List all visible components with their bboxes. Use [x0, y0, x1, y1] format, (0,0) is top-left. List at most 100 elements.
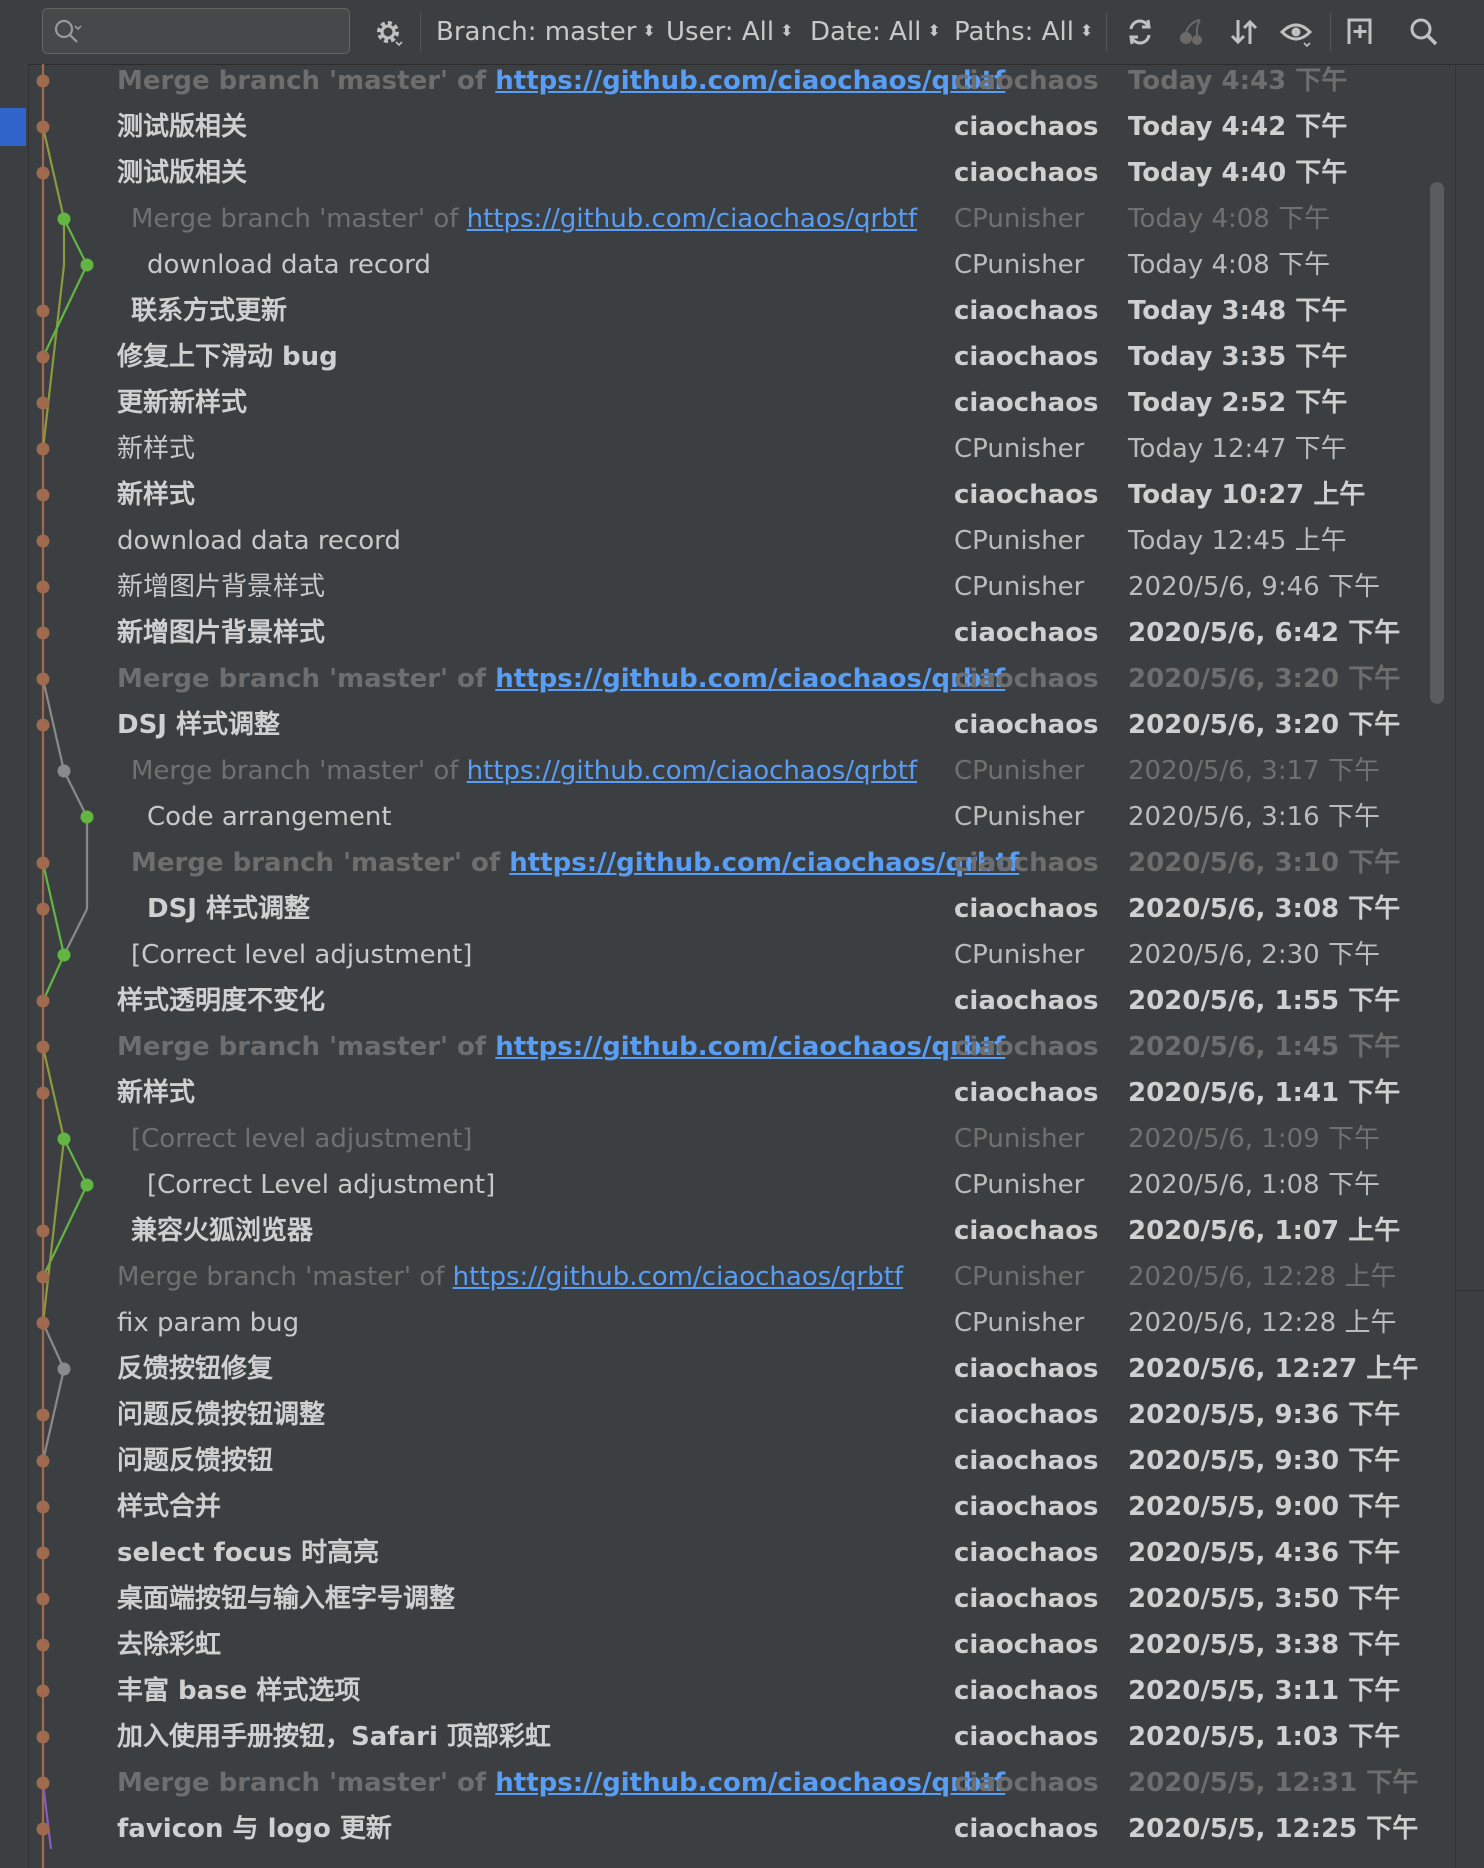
commit-date: Today 4:40 下午 [1128, 158, 1348, 188]
commit-row[interactable]: 新样式 ciaochaos 2020/5/6, 1:41 下午 [29, 1070, 1455, 1116]
commit-message: Code arrangement [147, 794, 392, 840]
commit-row[interactable]: 样式透明度不变化 ciaochaos 2020/5/6, 1:55 下午 [29, 978, 1455, 1024]
commit-row[interactable]: DSJ 样式调整 ciaochaos 2020/5/6, 3:20 下午 [29, 702, 1455, 748]
commit-date: Today 10:27 上午 [1128, 480, 1366, 510]
repo-link[interactable]: https://github.com/ciaochaos/qrbtf [495, 1768, 1005, 1798]
cherry-pick-icon[interactable] [1172, 12, 1212, 52]
commit-row[interactable]: download data record CPunisher Today 12:45… [29, 518, 1455, 564]
commit-message-text: download data record [117, 526, 401, 556]
commit-row[interactable]: 新样式 ciaochaos Today 10:27 上午 [29, 472, 1455, 518]
commit-row[interactable]: Merge branch 'master' of https://github.… [29, 1024, 1455, 1070]
repo-link[interactable]: https://github.com/ciaochaos/qrbtf [453, 1262, 903, 1292]
search-input[interactable] [87, 15, 341, 49]
commit-author: ciaochaos [954, 618, 1099, 648]
commit-row[interactable]: Merge branch 'master' of https://github.… [29, 64, 1455, 104]
commit-row[interactable]: 反馈按钮修复 ciaochaos 2020/5/6, 12:27 上午 [29, 1346, 1455, 1392]
commit-row[interactable]: select focus 时高亮 ciaochaos 2020/5/5, 4:36 … [29, 1530, 1455, 1576]
new-tab-icon[interactable] [1340, 12, 1380, 52]
commit-author: CPunisher [954, 204, 1085, 234]
commit-message: [Correct level adjustment] [131, 932, 472, 978]
commit-message: DSJ 样式调整 [147, 886, 310, 932]
commit-author: ciaochaos [954, 66, 1099, 96]
commit-row[interactable]: Merge branch 'master' of https://github.… [29, 748, 1455, 794]
commit-row[interactable]: 新样式 CPunisher Today 12:47 下午 [29, 426, 1455, 472]
commit-row[interactable]: [Correct level adjustment] CPunisher 2020/… [29, 1116, 1455, 1162]
search-icon [54, 19, 82, 43]
commit-row[interactable]: [Correct Level adjustment] CPunisher 2020/… [29, 1162, 1455, 1208]
commit-author: ciaochaos [954, 1354, 1099, 1384]
commit-row[interactable]: fix param bug CPunisher 2020/5/6, 12:28 上午 [29, 1300, 1455, 1346]
commit-row[interactable]: 桌面端按钮与输入框字号调整 ciaochaos 2020/5/5, 3:50 下午 [29, 1576, 1455, 1622]
commit-message: 反馈按钮修复 [117, 1346, 273, 1392]
commit-date: Today 4:08 下午 [1128, 204, 1331, 234]
commit-author: CPunisher [954, 526, 1085, 556]
paths-filter[interactable]: Paths: All ⬍ [954, 12, 1093, 52]
commit-row[interactable]: Code arrangement CPunisher 2020/5/6, 3:16 … [29, 794, 1455, 840]
commit-date: 2020/5/6, 1:41 下午 [1128, 1078, 1401, 1108]
commit-author: ciaochaos [954, 1492, 1099, 1522]
commit-row[interactable]: Merge branch 'master' of https://github.… [29, 1254, 1455, 1300]
commit-row[interactable]: download data record CPunisher Today 4:08 … [29, 242, 1455, 288]
commit-date: 2020/5/6, 3:20 下午 [1128, 710, 1401, 740]
commit-row[interactable]: 去除彩虹 ciaochaos 2020/5/5, 3:38 下午 [29, 1622, 1455, 1668]
repo-link[interactable]: https://github.com/ciaochaos/qrbtf [467, 204, 917, 234]
commit-row[interactable]: 新增图片背景样式 ciaochaos 2020/5/6, 6:42 下午 [29, 610, 1455, 656]
date-filter[interactable]: Date: All ⬍ [810, 12, 941, 52]
commit-date: 2020/5/6, 3:20 下午 [1128, 664, 1401, 694]
commit-row[interactable]: Merge branch 'master' of https://github.… [29, 656, 1455, 702]
sort-icon[interactable] [1224, 12, 1264, 52]
commit-row[interactable]: Merge branch 'master' of https://github.… [29, 1760, 1455, 1806]
refresh-icon[interactable] [1120, 12, 1160, 52]
commit-author: ciaochaos [954, 388, 1099, 418]
commit-date: 2020/5/6, 3:10 下午 [1128, 848, 1401, 878]
commit-row[interactable]: favicon 与 logo 更新 ciaochaos 2020/5/5, 12:2… [29, 1806, 1455, 1852]
commit-row[interactable]: 测试版相关 ciaochaos Today 4:42 下午 [29, 104, 1455, 150]
commit-row[interactable]: 测试版相关 ciaochaos Today 4:40 下午 [29, 150, 1455, 196]
commit-author: ciaochaos [954, 1078, 1099, 1108]
commit-row[interactable]: 联系方式更新 ciaochaos Today 3:48 下午 [29, 288, 1455, 334]
commit-message-text: Merge branch 'master' of [117, 66, 496, 96]
commit-row[interactable]: [Correct level adjustment] CPunisher 2020/… [29, 932, 1455, 978]
commit-author: ciaochaos [954, 1722, 1099, 1752]
commit-message: [Correct level adjustment] [131, 1116, 472, 1162]
repo-link[interactable]: https://github.com/ciaochaos/qrbtf [495, 1032, 1005, 1062]
commit-message-text: Merge branch 'master' of [117, 664, 496, 694]
commit-row[interactable]: 修复上下滑动 bug ciaochaos Today 3:35 下午 [29, 334, 1455, 380]
commit-row[interactable]: 兼容火狐浏览器 ciaochaos 2020/5/6, 1:07 上午 [29, 1208, 1455, 1254]
user-filter[interactable]: User: All ⬍ [666, 12, 793, 52]
commit-row[interactable]: 丰富 base 样式选项 ciaochaos 2020/5/5, 3:11 下午 [29, 1668, 1455, 1714]
commit-row[interactable]: DSJ 样式调整 ciaochaos 2020/5/6, 3:08 下午 [29, 886, 1455, 932]
search-field[interactable] [42, 8, 350, 54]
commit-row[interactable]: 新增图片背景样式 CPunisher 2020/5/6, 9:46 下午 [29, 564, 1455, 610]
commit-row[interactable]: 问题反馈按钮调整 ciaochaos 2020/5/5, 9:36 下午 [29, 1392, 1455, 1438]
commit-message-text: 新增图片背景样式 [117, 572, 326, 602]
commit-message-text: 反馈按钮修复 [117, 1354, 274, 1384]
commit-row[interactable]: Merge branch 'master' of https://github.… [29, 196, 1455, 242]
branch-filter[interactable]: Branch: master ⬍ [436, 12, 656, 52]
commit-date: 2020/5/6, 6:42 下午 [1128, 618, 1401, 648]
commit-message: 样式合并 [117, 1484, 221, 1530]
gear-icon[interactable] [368, 12, 408, 52]
commit-message: 更新新样式 [117, 380, 247, 426]
commit-log[interactable]: Merge branch 'master' of https://github.… [29, 64, 1455, 1868]
repo-link[interactable]: https://github.com/ciaochaos/qrbtf [509, 848, 1019, 878]
commit-author: CPunisher [954, 572, 1085, 602]
repo-link[interactable]: https://github.com/ciaochaos/qrbtf [495, 66, 1005, 96]
commit-message: Merge branch 'master' of https://github.… [117, 1760, 1005, 1806]
commit-message: Merge branch 'master' of https://github.… [117, 1254, 903, 1300]
commit-date: 2020/5/6, 12:28 上午 [1128, 1262, 1397, 1292]
scrollbar[interactable] [1430, 182, 1444, 704]
commit-date: 2020/5/6, 3:08 下午 [1128, 894, 1401, 924]
search-icon[interactable] [1404, 12, 1444, 52]
repo-link[interactable]: https://github.com/ciaochaos/qrbtf [467, 756, 917, 786]
commit-date: 2020/5/5, 9:00 下午 [1128, 1492, 1401, 1522]
commit-row[interactable]: 加入使用手册按钮，Safari 顶部彩虹 ciaochaos 2020/5/5, 1… [29, 1714, 1455, 1760]
commit-row[interactable]: Merge branch 'master' of https://github.… [29, 840, 1455, 886]
repo-link[interactable]: https://github.com/ciaochaos/qrbtf [495, 664, 1005, 694]
eye-icon[interactable] [1276, 12, 1316, 52]
commit-author: ciaochaos [954, 342, 1099, 372]
commit-row[interactable]: 更新新样式 ciaochaos Today 2:52 下午 [29, 380, 1455, 426]
commit-row[interactable]: 问题反馈按钮 ciaochaos 2020/5/5, 9:30 下午 [29, 1438, 1455, 1484]
commit-message-text: 新样式 [117, 1078, 196, 1108]
commit-row[interactable]: 样式合并 ciaochaos 2020/5/5, 9:00 下午 [29, 1484, 1455, 1530]
